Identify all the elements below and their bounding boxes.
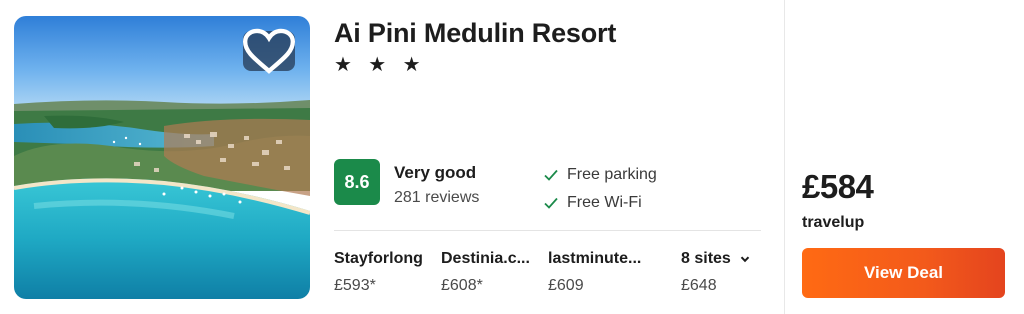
more-sites-label: 8 sites (681, 250, 731, 267)
chevron-down-icon (740, 256, 750, 263)
favorite-button[interactable] (243, 28, 295, 74)
hotel-result-card: Ai Pini Medulin Resort ★ ★ ★ 8.6 Very go… (0, 0, 1024, 314)
view-deal-button[interactable]: View Deal (802, 248, 1005, 298)
divider (784, 0, 785, 314)
amenity-label: Free Wi-Fi (567, 194, 642, 211)
site-price: £608* (441, 277, 483, 294)
check-icon (544, 197, 558, 209)
divider (334, 230, 761, 231)
more-sites-toggle[interactable]: 8 sites (681, 250, 751, 268)
heart-icon (243, 28, 295, 74)
site-price: £593* (334, 277, 376, 294)
site-name: lastminute... (548, 250, 642, 267)
amenity-free-wifi: Free Wi-Fi (543, 194, 642, 212)
more-sites-price: £648 (681, 277, 717, 294)
amenity-free-parking: Free parking (543, 166, 657, 184)
site-price-destinia[interactable]: Destinia.c... £608* (441, 250, 530, 295)
hotel-photo[interactable] (14, 16, 310, 299)
star-rating: ★ ★ ★ (334, 52, 426, 76)
deal-price: £584 (802, 168, 874, 205)
site-price: £609 (548, 277, 584, 294)
more-sites-dropdown[interactable]: 8 sites £648 (681, 250, 751, 295)
site-price-lastminute[interactable]: lastminute... £609 (548, 250, 641, 295)
deal-provider: travelup (802, 214, 865, 231)
amenity-label: Free parking (567, 166, 657, 183)
review-score-label: Very good (394, 163, 477, 182)
review-score-badge: 8.6 (334, 159, 380, 205)
site-name: Destinia.c... (441, 250, 530, 267)
hotel-name[interactable]: Ai Pini Medulin Resort (334, 18, 616, 49)
check-icon (544, 169, 558, 181)
site-price-stayforlong[interactable]: Stayforlong £593* (334, 250, 423, 295)
review-count[interactable]: 281 reviews (394, 189, 479, 207)
site-name: Stayforlong (334, 250, 423, 267)
